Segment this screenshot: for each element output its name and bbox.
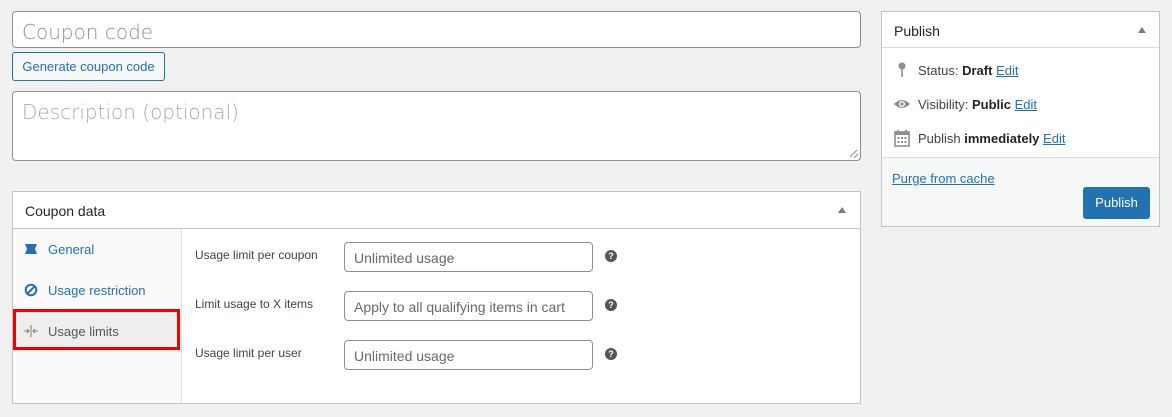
publish-header[interactable]: Publish (882, 12, 1159, 48)
help-icon[interactable]: ? (605, 299, 617, 311)
publish-box: Publish Status: Draft Edit Visibility: P… (881, 11, 1160, 227)
status-prefix: Status: (918, 63, 959, 78)
resize-handle-icon[interactable] (850, 150, 858, 158)
coupon-code-input[interactable]: Coupon code (12, 11, 861, 48)
tab-usage-limits-label: Usage limits (48, 324, 119, 339)
arrows-in-icon (24, 325, 38, 337)
help-icon[interactable]: ? (605, 348, 617, 360)
help-icon[interactable]: ? (605, 250, 617, 262)
pin-icon (898, 62, 906, 77)
tab-general-label: General (48, 242, 95, 257)
field-label: Usage limit per user (195, 346, 302, 360)
generate-coupon-code-button[interactable]: Generate coupon code (12, 52, 165, 81)
usage-limit-per-coupon-input[interactable]: Unlimited usage (344, 242, 593, 272)
collapse-arrow-icon[interactable] (838, 207, 846, 213)
tab-usage-restriction[interactable]: Usage restriction (13, 270, 181, 311)
coupon-data-header[interactable]: Coupon data (13, 192, 860, 229)
tab-usage-limits[interactable]: Usage limits (13, 311, 181, 352)
field-label: Limit usage to X items (195, 297, 314, 311)
field-limit-usage-to-x-items: Limit usage to X items Apply to all qual… (195, 291, 635, 321)
purge-from-cache-link[interactable]: Purge from cache (892, 171, 995, 186)
publish-button[interactable]: Publish (1083, 187, 1150, 219)
publish-actions: Purge from cache Publish (882, 157, 1159, 226)
edit-visibility-link[interactable]: Edit (1015, 97, 1037, 112)
publish-value: immediately (964, 131, 1040, 146)
tab-general[interactable]: General (13, 229, 181, 270)
collapse-arrow-icon[interactable] (1138, 27, 1146, 33)
field-usage-limit-per-user: Usage limit per user Unlimited usage ? (195, 340, 635, 370)
eye-icon (894, 100, 910, 108)
description-textarea[interactable]: Description (optional) (12, 91, 861, 161)
coupon-data-title: Coupon data (25, 203, 106, 219)
usage-limit-per-user-input[interactable]: Unlimited usage (344, 340, 593, 370)
block-icon (24, 283, 38, 297)
publish-prefix: Publish (918, 131, 961, 146)
coupon-data-tabs: General Usage restriction Usage limits (13, 229, 182, 403)
field-usage-limit-per-coupon: Usage limit per coupon Unlimited usage ? (195, 242, 635, 272)
coupon-data-panel: Coupon data General Usage restriction Us… (12, 191, 861, 404)
edit-status-link[interactable]: Edit (996, 63, 1018, 78)
field-label: Usage limit per coupon (195, 248, 318, 262)
status-value: Draft (962, 63, 993, 78)
publish-title: Publish (894, 23, 940, 39)
limit-usage-items-input[interactable]: Apply to all qualifying items in cart (344, 291, 593, 321)
visibility-value: Public (971, 97, 1011, 112)
calendar-icon (894, 130, 910, 147)
tab-usage-restriction-label: Usage restriction (48, 283, 146, 298)
description-placeholder: Description (optional) (22, 100, 239, 124)
ticket-icon (25, 244, 37, 254)
edit-publish-date-link[interactable]: Edit (1043, 131, 1065, 146)
visibility-prefix: Visibility: (918, 97, 969, 112)
